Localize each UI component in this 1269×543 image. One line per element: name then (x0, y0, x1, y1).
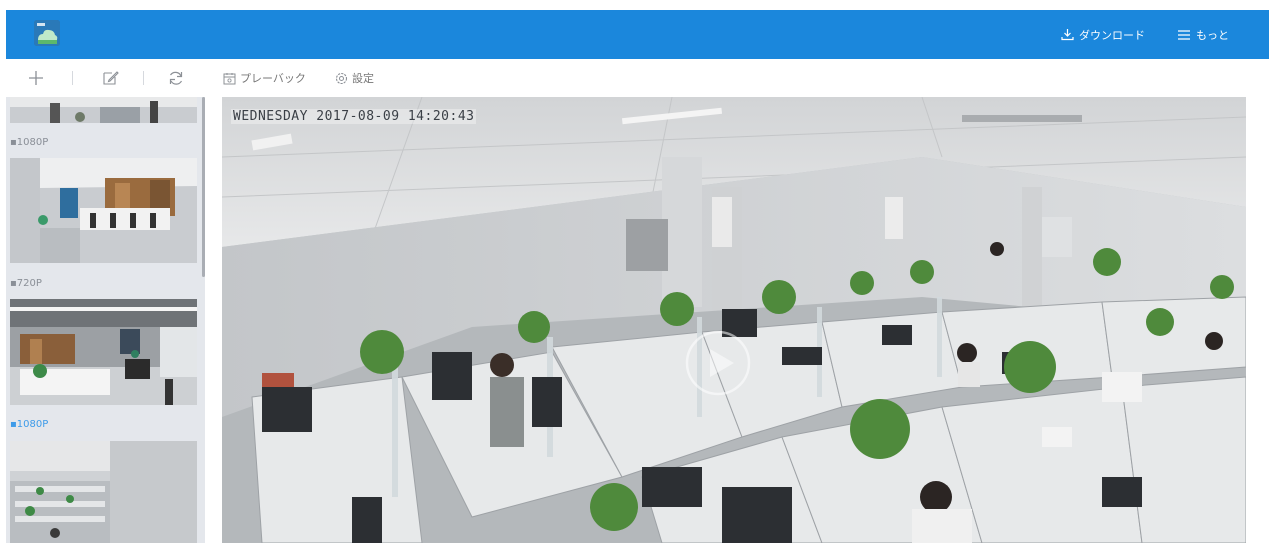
settings-button[interactable]: 設定 (335, 68, 374, 88)
live-video-view[interactable]: WEDNESDAY 2017-08-09 14:20:43 (222, 97, 1246, 543)
download-icon (1061, 29, 1074, 41)
calendar-icon (223, 72, 236, 84)
plus-icon[interactable] (26, 68, 46, 88)
camera-list-sidebar: ▪1080P ▪720P ▪1080P (6, 97, 205, 543)
more-menu-button[interactable]: もっと (1177, 27, 1229, 43)
more-label: もっと (1196, 28, 1229, 42)
edit-icon[interactable] (101, 68, 121, 88)
toolbar-divider (143, 71, 144, 85)
camera-label: ▪1080P (10, 137, 49, 148)
top-header: ダウンロード もっと (6, 10, 1269, 59)
playback-button[interactable]: プレーバック (223, 68, 306, 88)
camera-thumbnail[interactable] (10, 158, 197, 263)
refresh-icon[interactable] (166, 68, 186, 88)
download-label: ダウンロード (1079, 28, 1145, 42)
download-button[interactable]: ダウンロード (1061, 27, 1145, 43)
camera-label: ▪720P (10, 278, 42, 289)
camera-thumbnail[interactable] (10, 299, 197, 405)
playback-label: プレーバック (240, 72, 306, 85)
toolbar: プレーバック 設定 (0, 62, 1269, 94)
play-icon[interactable] (684, 329, 752, 397)
cloud-camera-logo-icon[interactable] (34, 20, 60, 46)
timestamp-overlay: WEDNESDAY 2017-08-09 14:20:43 (231, 109, 477, 124)
camera-feed-image (222, 97, 1246, 543)
camera-thumbnail[interactable] (10, 97, 197, 123)
settings-label: 設定 (352, 72, 374, 85)
camera-label-active: ▪1080P (10, 419, 49, 430)
gear-icon (335, 72, 348, 84)
sidebar-scrollbar[interactable] (202, 97, 205, 277)
toolbar-divider (72, 71, 73, 85)
camera-thumbnail-active[interactable] (10, 441, 197, 543)
hamburger-menu-icon (1178, 29, 1190, 40)
